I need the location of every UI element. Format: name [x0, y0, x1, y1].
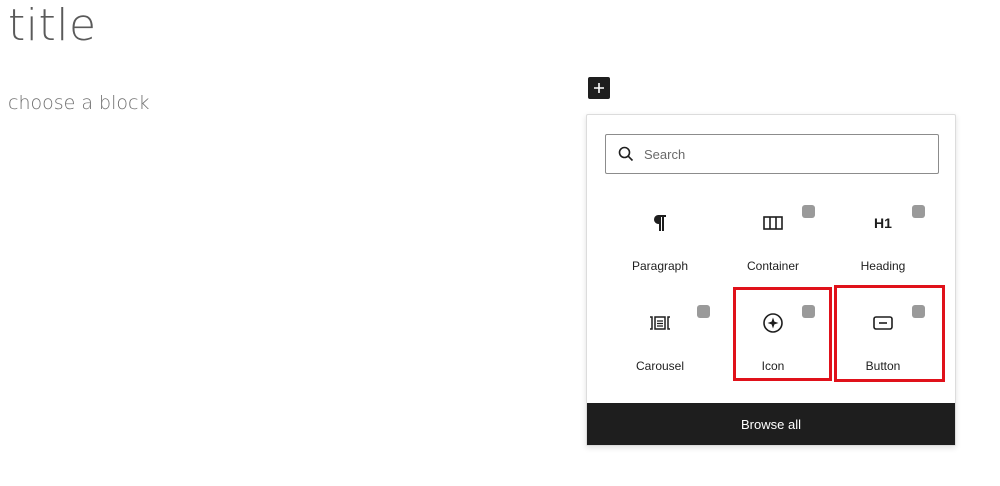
block-label: Carousel — [635, 359, 685, 373]
block-label: Container — [746, 259, 800, 273]
add-block-button[interactable] — [588, 77, 610, 99]
plugin-badge-icon — [912, 205, 925, 218]
highlight-button-block — [834, 285, 945, 382]
highlight-icon-block — [733, 287, 832, 381]
search-field[interactable] — [605, 134, 939, 174]
paragraph-icon — [610, 211, 710, 235]
block-paragraph[interactable]: Paragraph — [610, 195, 710, 279]
search-input[interactable] — [642, 145, 926, 163]
block-heading[interactable]: H1 Heading — [833, 195, 933, 279]
block-inserter-panel: Paragraph Container H1 Heading — [586, 114, 956, 446]
block-label: Heading — [860, 259, 906, 273]
post-title[interactable]: title — [8, 0, 97, 51]
block-label: Paragraph — [631, 259, 689, 273]
browse-all-button[interactable]: Browse all — [587, 403, 955, 445]
plugin-badge-icon — [802, 205, 815, 218]
block-carousel[interactable]: Carousel — [610, 295, 710, 379]
block-container[interactable]: Container — [723, 195, 823, 279]
block-placeholder[interactable]: choose a block — [8, 92, 149, 114]
plus-icon — [594, 83, 604, 93]
search-icon — [618, 146, 634, 162]
plugin-badge-icon — [697, 305, 710, 318]
carousel-icon — [610, 311, 710, 335]
